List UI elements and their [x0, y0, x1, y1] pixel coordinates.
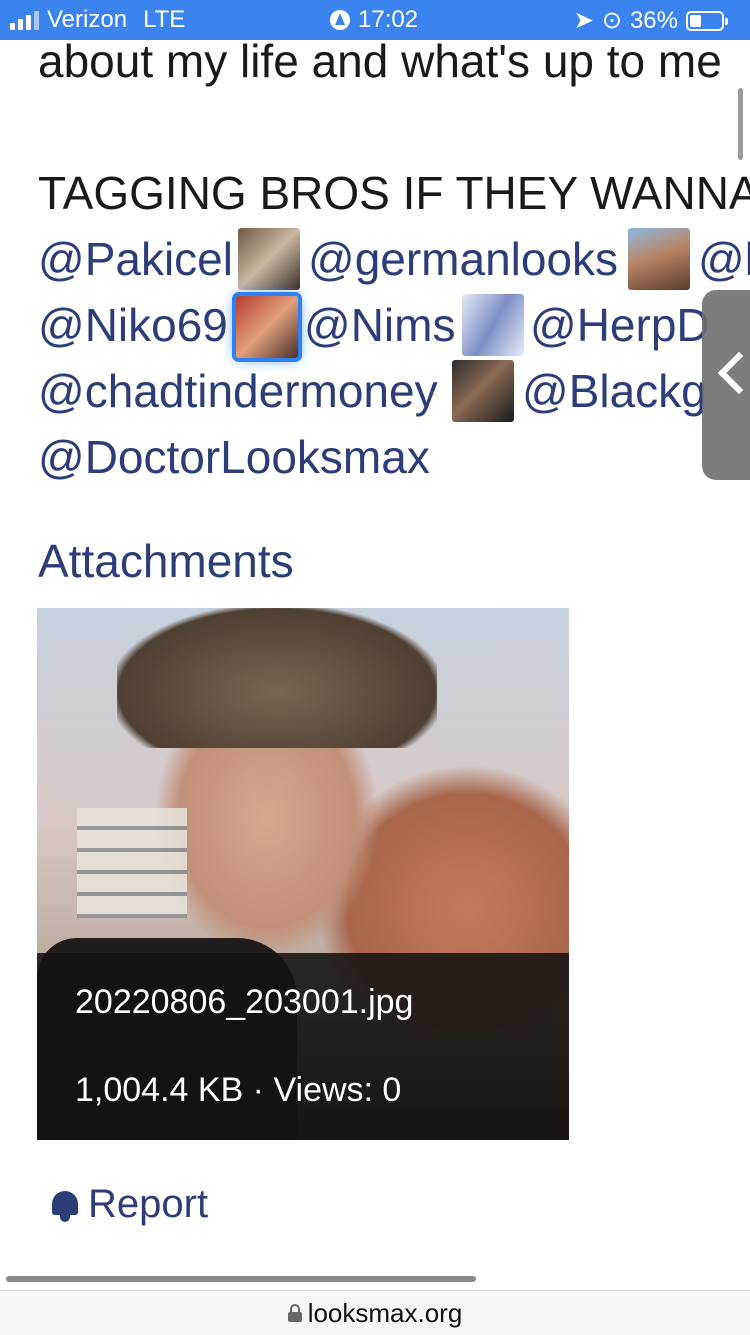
attachment-meta: 1,004.4 KB · Views: 0: [75, 1071, 402, 1109]
mention-b[interactable]: @b: [698, 232, 750, 286]
report-label: Report: [88, 1182, 209, 1226]
battery-icon: [686, 10, 728, 31]
carrier-label: Verizon: [47, 6, 128, 33]
signal-icon: [10, 10, 39, 30]
mention-chadtindermoney[interactable]: @chadtindermoney: [38, 364, 438, 418]
location-arrow-icon: ➤: [573, 7, 594, 34]
address-bar[interactable]: looksmax.org: [0, 1290, 750, 1335]
side-panel-toggle[interactable]: [702, 290, 750, 480]
avatar[interactable]: [462, 294, 524, 356]
report-button[interactable]: Report: [48, 1182, 208, 1227]
mention-doctorlooksmax[interactable]: @DoctorLooksmax: [38, 430, 430, 484]
network-label: LTE: [143, 6, 186, 33]
post-text-tag-line: TAGGING BROS IF THEY WANNA: [38, 167, 750, 219]
mention-nims[interactable]: @Nims: [304, 298, 455, 352]
lock-icon: [287, 1304, 302, 1322]
avatar[interactable]: [628, 228, 690, 290]
clock: 17:02: [358, 6, 419, 33]
url-text: looksmax.org: [307, 1297, 463, 1328]
attachment-caption: 20220806_203001.jpg 1,004.4 KB · Views: …: [37, 953, 569, 1140]
chevron-left-icon: [716, 350, 744, 410]
mention-blackg[interactable]: @Blackg: [522, 364, 707, 418]
mention-germanlooks[interactable]: @germanlooks: [308, 232, 618, 286]
attachment-filename: 20220806_203001.jpg: [75, 983, 414, 1021]
bell-icon: [48, 1187, 82, 1223]
battery-percent: 36%: [629, 6, 678, 34]
mention-niko69[interactable]: @Niko69: [38, 298, 228, 352]
avatar[interactable]: [452, 360, 514, 422]
navigation-icon: [330, 10, 350, 30]
post-text-line: about my life and what's up to me: [38, 35, 722, 87]
attachments-heading: Attachments: [38, 535, 294, 587]
vertical-scrollbar[interactable]: [738, 88, 743, 160]
mention-pakicel[interactable]: @Pakicel: [38, 232, 233, 286]
avatar-selected[interactable]: [236, 296, 298, 358]
mention-herpd[interactable]: @HerpD: [530, 298, 710, 352]
rotation-lock-icon: ⊙: [601, 7, 622, 34]
attachment-thumbnail[interactable]: 20220806_203001.jpg 1,004.4 KB · Views: …: [37, 608, 569, 1140]
horizontal-scrollbar[interactable]: [6, 1276, 476, 1282]
avatar[interactable]: [238, 228, 300, 290]
